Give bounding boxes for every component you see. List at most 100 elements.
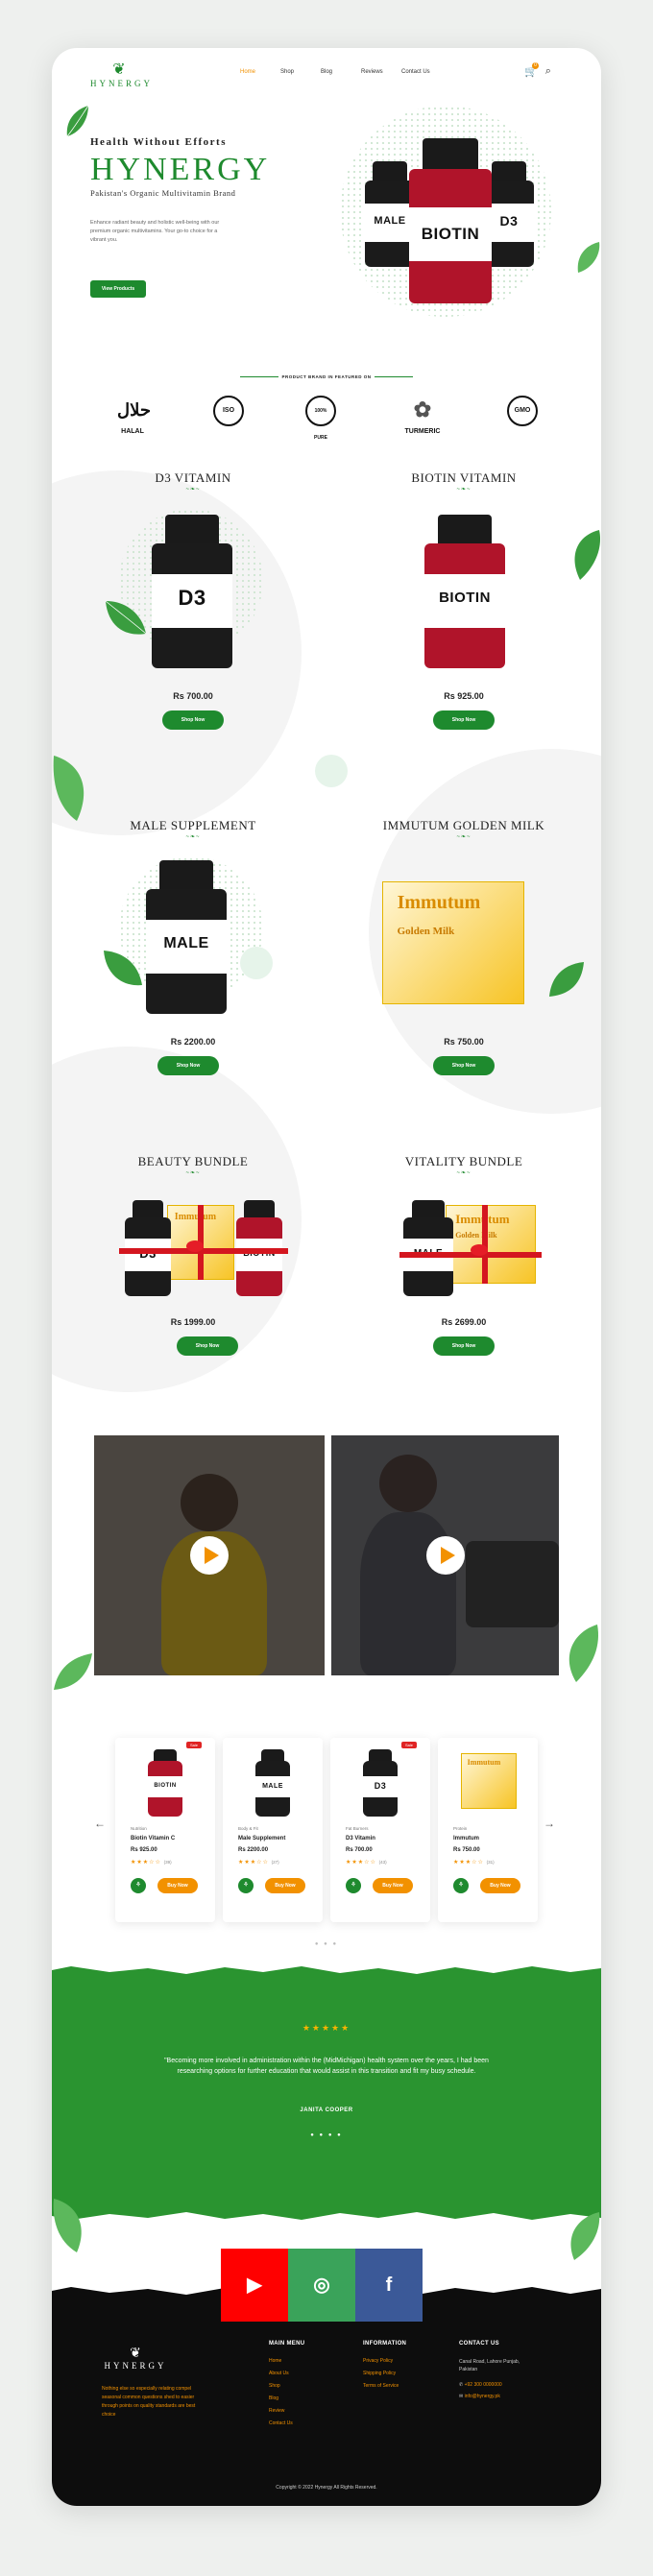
- product-bottle-male: MALE: [146, 860, 227, 1014]
- carousel-dots[interactable]: ● ● ●: [52, 1941, 601, 1947]
- facebook-button[interactable]: f: [355, 2249, 423, 2322]
- leaf-decoration-icon: [574, 530, 601, 580]
- menu-item-reviews[interactable]: Reviews: [361, 69, 401, 75]
- footer-link[interactable]: Home: [269, 2358, 281, 2364]
- shop-now-button[interactable]: Shop Now: [157, 1056, 219, 1075]
- buy-now-button[interactable]: Buy Now: [265, 1878, 305, 1893]
- footer-address: Canal Road, Lahore Punjab, Pakistan: [459, 2359, 520, 2372]
- buy-now-button[interactable]: Buy Now: [480, 1878, 520, 1893]
- shop-now-button[interactable]: Shop Now: [433, 1336, 495, 1356]
- footer-link[interactable]: Contact Us: [269, 2420, 293, 2426]
- cart-count-badge: 0: [532, 62, 539, 69]
- pure-icon: 100% PURE: [305, 396, 336, 441]
- buy-now-button[interactable]: Buy Now: [373, 1878, 413, 1893]
- footer-link[interactable]: About Us: [269, 2371, 289, 2376]
- play-icon[interactable]: [425, 1536, 465, 1575]
- card-rating: ★★★☆☆ (39): [131, 1859, 172, 1866]
- footer-brand: HYNERGY: [104, 2361, 167, 2371]
- shop-now-button[interactable]: Shop Now: [433, 710, 495, 730]
- product-card[interactable]: Sale BIOTIN Nutrition Biotin Vitamin C R…: [115, 1738, 215, 1922]
- torn-edge-decoration: [52, 2212, 601, 2224]
- bottle-label: MALE: [374, 215, 406, 227]
- product-box-immutum: Immutum Golden Milk: [382, 881, 524, 1004]
- box-sublabel: Golden Milk: [397, 926, 455, 938]
- circle-decoration: [240, 947, 273, 979]
- video-person: [379, 1455, 437, 1512]
- menu-item-shop[interactable]: Shop: [280, 69, 321, 75]
- hero-bottle-male: MALE: [365, 161, 415, 267]
- product-bottle-d3: D3: [152, 515, 232, 668]
- footer-contact-title: CONTACT US: [459, 2341, 499, 2347]
- wishlist-icon[interactable]: ⚘: [131, 1878, 146, 1893]
- shop-now-button[interactable]: Shop Now: [162, 710, 224, 730]
- card-rating: ★★★☆☆ (27): [238, 1859, 279, 1866]
- menu-item-blog[interactable]: Blog: [321, 69, 361, 75]
- menu-item-contact[interactable]: Contact Us: [401, 69, 442, 75]
- logo-text: HYNERGY: [90, 79, 153, 88]
- card-price: Rs 700.00: [346, 1847, 373, 1853]
- product-card[interactable]: Immutum Protein Immutum Rs 750.00 ★★★☆☆ …: [438, 1738, 538, 1922]
- footer-link[interactable]: Blog: [269, 2395, 278, 2401]
- instagram-button[interactable]: ◎: [288, 2249, 355, 2322]
- hero-tagline: Health Without Efforts: [90, 136, 227, 148]
- testimonial-dots[interactable]: ● ● ● ●: [52, 2132, 601, 2138]
- carousel-next-arrow-icon[interactable]: →: [544, 1817, 555, 1830]
- footer-link[interactable]: Terms of Service: [363, 2383, 399, 2389]
- card-product-name[interactable]: Biotin Vitamin C: [131, 1836, 175, 1842]
- box-label: Immutum: [397, 892, 481, 914]
- video-thumbnail[interactable]: [331, 1435, 559, 1675]
- product-bottle-biotin: BIOTIN: [424, 515, 505, 668]
- product-title: IMMUTUM GOLDEN MILK: [382, 818, 545, 832]
- footer-info-title: INFORMATION: [363, 2341, 407, 2347]
- hero-bottle-biotin: BIOTIN: [409, 138, 492, 303]
- divider: [375, 376, 413, 377]
- turmeric-icon: ✿: [413, 397, 432, 421]
- footer-link[interactable]: Review: [269, 2408, 284, 2414]
- product-card[interactable]: MALE Body & Fit Male Supplement Rs 2200.…: [223, 1738, 323, 1922]
- carousel-prev-arrow-icon[interactable]: ←: [94, 1817, 106, 1830]
- youtube-button[interactable]: ▶: [221, 2249, 288, 2322]
- leaf-decoration-icon: [577, 242, 600, 273]
- cart-icon[interactable]: 🛒 0: [524, 62, 539, 78]
- card-product-name[interactable]: D3 Vitamin: [346, 1836, 375, 1842]
- footer-link[interactable]: Shop: [269, 2383, 280, 2389]
- testimonial-section: ★★★★★ "Becoming more involved in adminis…: [52, 1962, 601, 2224]
- leaf-logo-icon: ❦: [130, 2345, 141, 2360]
- menu-item-home[interactable]: Home: [240, 69, 280, 75]
- play-icon[interactable]: [190, 1536, 229, 1575]
- product-card[interactable]: Sale D3 Fat Burners D3 Vitamin Rs 700.00…: [330, 1738, 430, 1922]
- footer-phone[interactable]: ✆ +92 300 0000000: [459, 2381, 502, 2389]
- search-icon[interactable]: ⌕: [545, 65, 551, 78]
- ornament-divider: ~❧~: [185, 1170, 201, 1176]
- star-rating-icon: ★★★☆☆: [453, 1860, 484, 1866]
- badge-label: HALAL: [121, 428, 144, 435]
- footer-logo[interactable]: ❦ HYNERGY: [102, 2345, 169, 2371]
- card-price: Rs 2200.00: [238, 1847, 269, 1853]
- footer-link[interactable]: Shipping Policy: [363, 2371, 396, 2376]
- logo[interactable]: ❦ HYNERGY: [90, 60, 153, 88]
- turmeric-badge: ✿ TURMERIC: [394, 396, 451, 435]
- gift-bow: [471, 1244, 488, 1256]
- card-product-name[interactable]: Immutum: [453, 1836, 479, 1842]
- testimonial-quote: "Becoming more involved in administratio…: [164, 2058, 489, 2075]
- ornament-divider: ~❧~: [185, 834, 201, 840]
- footer-link[interactable]: Privacy Policy: [363, 2358, 393, 2364]
- shop-now-button[interactable]: Shop Now: [433, 1056, 495, 1075]
- footer-email[interactable]: ✉ info@hynergy.pk: [459, 2393, 500, 2400]
- sale-badge: Sale: [400, 1742, 417, 1748]
- shop-now-button[interactable]: Shop Now: [177, 1336, 238, 1356]
- wishlist-icon[interactable]: ⚘: [346, 1878, 361, 1893]
- star-rating-icon: ★★★☆☆: [238, 1860, 269, 1866]
- wishlist-icon[interactable]: ⚘: [238, 1878, 254, 1893]
- card-product-name[interactable]: Male Supplement: [238, 1836, 285, 1842]
- video-thumbnail[interactable]: [94, 1435, 325, 1675]
- view-products-button[interactable]: View Products: [90, 280, 146, 298]
- wishlist-icon[interactable]: ⚘: [453, 1878, 469, 1893]
- hero-description: Enhance radiant beauty and holistic well…: [90, 220, 220, 243]
- leaf-decoration-icon: [53, 2199, 82, 2252]
- product-price: Rs 1999.00: [170, 1317, 216, 1327]
- hero-title: HYNERGY: [90, 152, 271, 187]
- circle-decoration: [315, 755, 348, 787]
- card-price: Rs 925.00: [131, 1847, 157, 1853]
- buy-now-button[interactable]: Buy Now: [157, 1878, 198, 1893]
